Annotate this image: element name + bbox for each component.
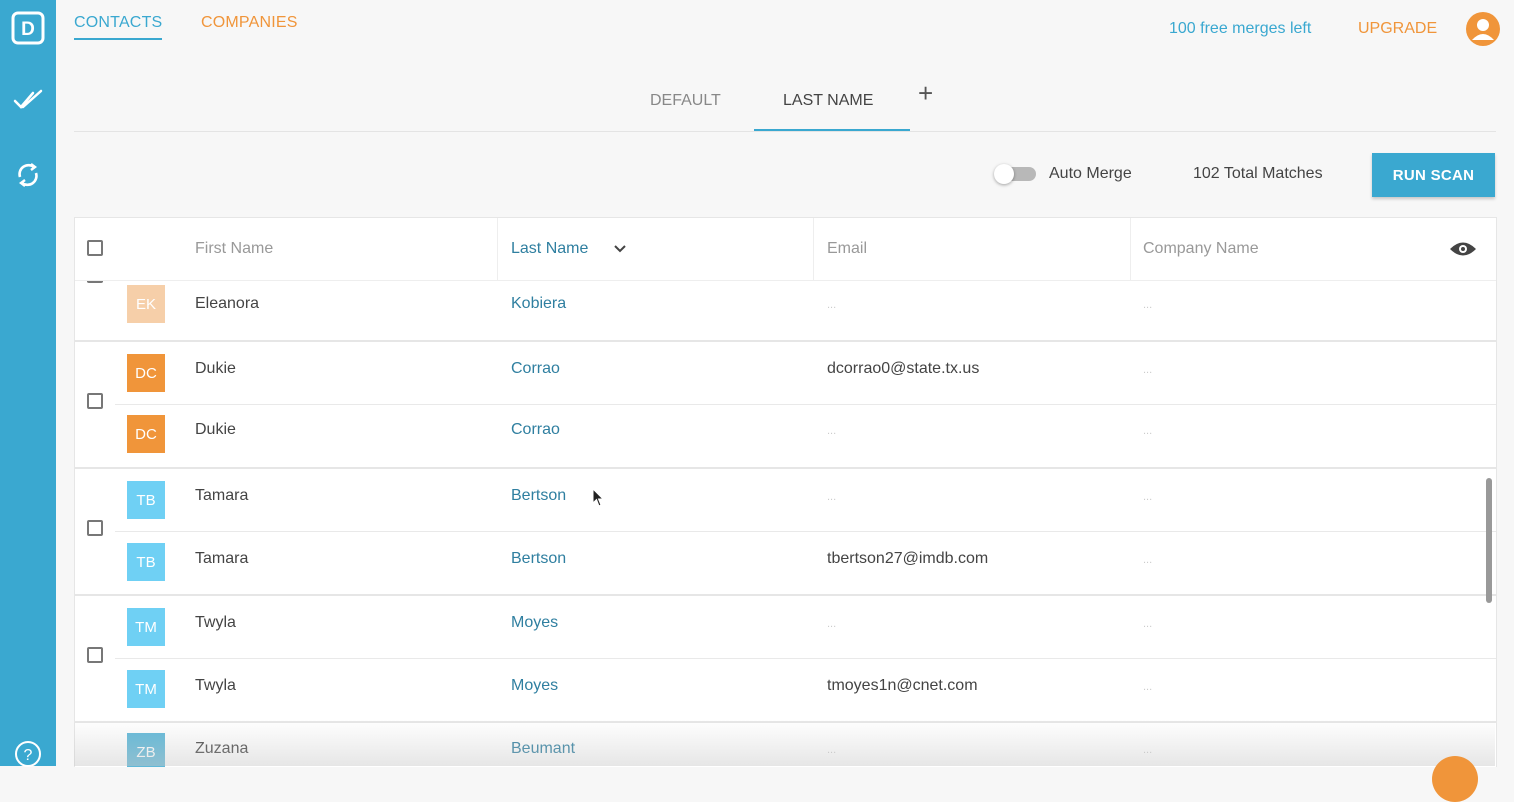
table-scrollbar[interactable] — [1486, 478, 1492, 603]
header-first-name[interactable]: First Name — [195, 240, 273, 258]
company-cell: ... — [1143, 554, 1153, 566]
add-tab-button[interactable]: + — [918, 80, 933, 106]
last-name-cell: Moyes — [511, 614, 559, 631]
company-cell: ... — [1143, 744, 1153, 756]
last-name-cell: Bertson — [511, 550, 567, 567]
email-cell: ... — [827, 491, 837, 503]
header-company-name[interactable]: Company Name — [1143, 240, 1259, 258]
merges-left-text: 100 free merges left — [1169, 20, 1312, 37]
initials-avatar: ZB — [127, 733, 165, 767]
help-icon[interactable]: ? — [8, 734, 48, 774]
total-matches: 102 Total Matches — [1193, 165, 1323, 182]
subtab-default[interactable]: DEFAULT — [650, 92, 721, 110]
eye-icon[interactable] — [1449, 240, 1477, 258]
table-row[interactable]: EK Eleanora Kobiera ... ... — [75, 273, 1496, 336]
first-name-cell: Tamara — [195, 550, 249, 567]
mouse-cursor-icon — [592, 488, 605, 507]
last-name-cell: Beumant — [511, 740, 576, 757]
user-avatar-icon[interactable] — [1466, 12, 1500, 46]
chat-bubble-icon[interactable] — [1432, 756, 1478, 802]
email-cell: tmoyes1n@cnet.com — [827, 677, 978, 694]
table-row[interactable]: TM Twyla Moyes tmoyes1n@cnet.com ... — [75, 659, 1496, 722]
company-cell: ... — [1143, 364, 1153, 376]
email-cell: dcorrao0@state.tx.us — [827, 360, 980, 377]
initials-avatar: TB — [127, 543, 165, 581]
table-header: First Name Last Name Email Company Name — [75, 218, 1496, 281]
first-name-cell: Zuzana — [195, 740, 249, 757]
subtabs-divider — [74, 131, 1496, 132]
email-cell: ... — [827, 744, 837, 756]
company-cell: ... — [1143, 299, 1153, 311]
initials-avatar: TM — [127, 608, 165, 646]
initials-avatar: TB — [127, 481, 165, 519]
table-row[interactable]: TB Tamara Bertson ... ... — [75, 469, 1496, 532]
last-name-cell: Corrao — [511, 421, 560, 438]
email-cell: ... — [827, 299, 837, 311]
table-row[interactable]: DC Dukie Corrao dcorrao0@state.tx.us ... — [75, 341, 1496, 404]
email-cell: ... — [827, 425, 837, 437]
run-scan-button[interactable]: RUN SCAN — [1372, 153, 1495, 197]
header-email[interactable]: Email — [827, 240, 867, 258]
sidebar: D ? — [0, 0, 56, 767]
sort-chevron-down-icon[interactable] — [613, 244, 627, 254]
upgrade-link[interactable]: UPGRADE — [1358, 20, 1437, 38]
company-cell: ... — [1143, 681, 1153, 693]
svg-text:?: ? — [24, 747, 33, 764]
email-cell: tbertson27@imdb.com — [827, 550, 989, 567]
first-name-cell: Twyla — [195, 677, 236, 694]
initials-avatar: DC — [127, 354, 165, 392]
auto-merge-label: Auto Merge — [1049, 165, 1132, 182]
sync-icon[interactable] — [8, 155, 48, 195]
contacts-table: First Name Last Name Email Company Name … — [74, 217, 1497, 767]
tab-contacts[interactable]: CONTACTS — [74, 14, 163, 40]
email-cell: ... — [827, 618, 837, 630]
company-cell: ... — [1143, 425, 1153, 437]
table-row[interactable]: TM Twyla Moyes ... ... — [75, 596, 1496, 659]
subtab-last-name[interactable]: LAST NAME — [783, 92, 873, 110]
initials-avatar: TM — [127, 670, 165, 708]
first-name-cell: Tamara — [195, 487, 249, 504]
first-name-cell: Dukie — [195, 360, 236, 377]
first-name-cell: Twyla — [195, 614, 236, 631]
tab-companies[interactable]: COMPANIES — [201, 14, 298, 32]
last-name-cell: Kobiera — [511, 295, 567, 312]
auto-merge-toggle[interactable] — [994, 164, 1038, 184]
table-row[interactable]: DC Dukie Corrao ... ... — [75, 405, 1496, 468]
table-row[interactable]: TB Tamara Bertson tbertson27@imdb.com ..… — [75, 532, 1496, 595]
svg-text:D: D — [21, 19, 35, 40]
last-name-cell: Moyes — [511, 677, 559, 694]
company-cell: ... — [1143, 491, 1153, 503]
table-row[interactable]: ZB Zuzana Beumant ... ... — [75, 723, 1496, 767]
select-all-checkbox[interactable] — [87, 240, 103, 256]
first-name-cell: Dukie — [195, 421, 236, 438]
initials-avatar: EK — [127, 285, 165, 323]
first-name-cell: Eleanora — [195, 295, 260, 312]
company-cell: ... — [1143, 618, 1153, 630]
double-check-icon[interactable] — [8, 80, 48, 120]
last-name-cell: Corrao — [511, 360, 560, 377]
header-last-name[interactable]: Last Name — [511, 240, 588, 258]
logo-icon[interactable]: D — [8, 8, 48, 48]
last-name-cell: Bertson — [511, 487, 567, 504]
initials-avatar: DC — [127, 415, 165, 453]
